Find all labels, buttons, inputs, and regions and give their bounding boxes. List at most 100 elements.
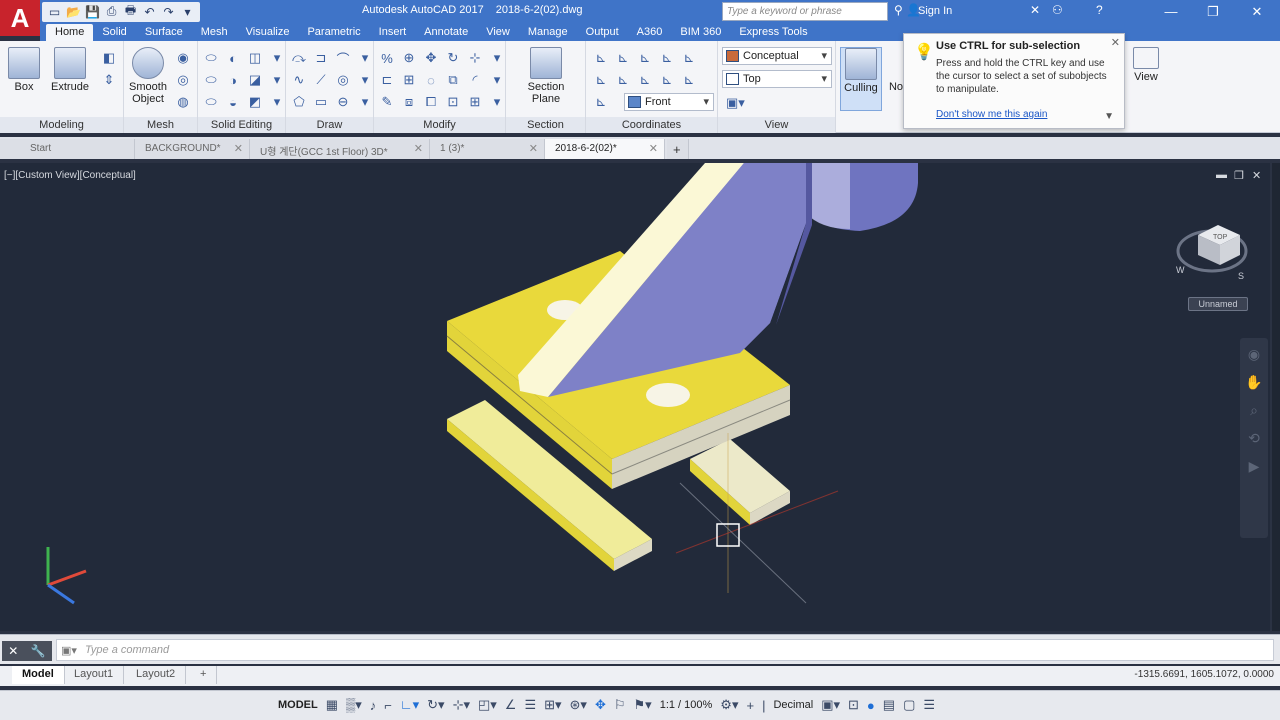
more-icon[interactable]: ▾ [266, 47, 288, 69]
visual-style-dropdown[interactable]: Conceptual [722, 47, 832, 65]
restore-icon[interactable]: ❐ [1190, 0, 1236, 24]
workspace-gear-icon[interactable]: ⚙▾ [720, 697, 738, 713]
circle-icon[interactable]: ◎ [332, 69, 354, 91]
exchange-icon[interactable]: ✕ [1030, 3, 1040, 17]
panel-title-modify[interactable]: Modify [374, 117, 505, 133]
zoom-extents-icon[interactable]: ⌕ [1244, 402, 1264, 422]
ortho-icon[interactable]: ∟▾ [400, 697, 419, 713]
ucs-y-icon[interactable]: ⊾ [656, 47, 678, 69]
showmotion-icon[interactable]: ▶ [1244, 458, 1264, 478]
minimize-icon[interactable]: — [1148, 0, 1194, 24]
panel-title-draw[interactable]: Draw [286, 117, 373, 133]
close-tab-icon[interactable]: ✕ [234, 142, 243, 155]
array-icon[interactable]: ⊞ [398, 69, 420, 91]
ucs-object-icon[interactable]: ⊾ [634, 69, 656, 91]
tab-annotate[interactable]: Annotate [415, 24, 477, 41]
ucs-origin-icon[interactable]: ⊾ [590, 69, 612, 91]
smooth-object-button[interactable]: Smooth Object [126, 47, 170, 105]
more-icon-6[interactable]: ▾ [354, 91, 376, 113]
move-icon[interactable]: ✥ [420, 47, 442, 69]
annotation-visibility-icon[interactable]: ⚐ [614, 697, 626, 713]
3d-osnap-icon[interactable]: ◰▾ [478, 697, 497, 713]
mesh-icon-1[interactable]: ◉ [172, 47, 194, 69]
file-tab-u-stair[interactable]: U형 계단(GCC 1st Floor) 3D* ✕ [250, 139, 430, 159]
close-tab-icon[interactable]: ✕ [649, 142, 658, 155]
more-icon-2[interactable]: ▾ [266, 69, 288, 91]
search-input[interactable]: Type a keyword or phrase [722, 2, 888, 21]
snap-icon[interactable]: ▒▾ [346, 697, 362, 713]
xline-icon[interactable]: ⟋ [310, 69, 332, 91]
isolate-objects-icon[interactable]: ● [867, 698, 875, 713]
undo-icon[interactable]: ↶ [141, 3, 158, 20]
help-icon[interactable]: ? [1096, 3, 1103, 17]
ucs-world-icon[interactable]: ⊾ [612, 47, 634, 69]
model-space-button[interactable]: MODEL [278, 699, 318, 711]
ucs-view-icon[interactable]: ⊾ [612, 69, 634, 91]
tab-view[interactable]: View [477, 24, 519, 41]
workspace-icon[interactable]: ▾ [179, 3, 196, 20]
units-dropdown[interactable]: Decimal [773, 699, 813, 711]
close-command-icon[interactable]: ✕ [8, 644, 18, 658]
gizmo-move-icon[interactable]: ✥ [595, 697, 606, 713]
object-track-icon[interactable]: ∠ [505, 697, 517, 713]
tab-home[interactable]: Home [46, 24, 94, 41]
drawing-viewport[interactable]: [−][Custom View][Conceptual] ▬ ❐ ✕ TOP W… [0, 163, 1270, 631]
panel-title-section[interactable]: Section [506, 117, 585, 133]
offset-icon[interactable]: % [376, 47, 398, 69]
tab-surface[interactable]: Surface [136, 24, 192, 41]
save-as-icon[interactable]: ⎙ [103, 3, 120, 20]
polyline-icon[interactable]: ⊐ [310, 47, 332, 69]
close-icon[interactable]: ✕ [1234, 0, 1280, 24]
culling-button[interactable]: Culling [840, 47, 882, 111]
open-file-icon[interactable]: 📂 [65, 3, 82, 20]
pan-icon[interactable]: ✋ [1244, 374, 1264, 394]
lineweight-icon[interactable]: ☰ [524, 697, 536, 713]
ellipse-icon[interactable]: ⊖ [332, 91, 354, 113]
autoscale-icon[interactable]: ⚑▾ [634, 697, 652, 713]
model-geometry[interactable]: TOP W S [0, 163, 1270, 631]
polysolid-icon[interactable]: ◧ [98, 47, 120, 69]
interfere-icon[interactable]: ◑ [222, 69, 244, 91]
chevron-down-icon[interactable]: ▼ [1104, 111, 1114, 122]
clean-screen-icon[interactable]: ▢ [903, 697, 915, 713]
file-tab-background[interactable]: BACKGROUND* ✕ [135, 139, 250, 159]
scale-icon[interactable]: ⧠ [420, 91, 442, 113]
more-icon-9[interactable]: ▾ [486, 91, 508, 113]
redo-icon[interactable]: ↷ [160, 3, 177, 20]
osnap-icon[interactable]: ⊹▾ [453, 697, 470, 713]
no-filter-button[interactable]: No [888, 81, 904, 93]
polygon-icon[interactable]: ⬠ [288, 91, 310, 113]
section-plane-button[interactable]: Section Plane [524, 47, 568, 105]
close-icon[interactable]: ✕ [1111, 36, 1120, 49]
view-front-dropdown[interactable]: Front [624, 93, 714, 111]
app-menu-button[interactable]: A [0, 0, 40, 36]
subtract-icon[interactable]: ◐ [222, 47, 244, 69]
tab-solid[interactable]: Solid [93, 24, 135, 41]
transparency-icon[interactable]: ⊞▾ [544, 697, 561, 713]
infer-icon[interactable]: ♪ [370, 698, 377, 713]
ucs-3pt-icon[interactable]: ⊾ [678, 69, 700, 91]
align-icon[interactable]: ⊏ [376, 69, 398, 91]
new-tab-button[interactable]: + [667, 139, 689, 159]
orbit-icon[interactable]: ⟲ [1244, 430, 1264, 450]
selection-cycle-icon[interactable]: ⊛▾ [570, 697, 587, 713]
ucs-icon[interactable]: ⊾ [590, 47, 612, 69]
mesh-icon-2[interactable]: ◎ [172, 69, 194, 91]
separate-icon[interactable]: ◩ [244, 91, 266, 113]
binoculars-icon[interactable]: ⚲ [894, 3, 903, 17]
thicken-icon[interactable]: ⬭ [200, 91, 222, 113]
dont-show-again-link[interactable]: Don't show me this again [936, 109, 1047, 120]
tab-manage[interactable]: Manage [519, 24, 577, 41]
ucs-face-icon[interactable]: ⊾ [656, 69, 678, 91]
add-layout-button[interactable]: + [190, 666, 218, 684]
lock-ui-icon[interactable]: ⊡ [848, 697, 859, 713]
panel-title-coordinates[interactable]: Coordinates [586, 117, 717, 133]
mirror-icon[interactable]: ⧈ [398, 91, 420, 113]
annotation-monitor-icon[interactable]: + [746, 698, 754, 713]
customize-icon[interactable]: 🔧 [31, 644, 46, 658]
save-icon[interactable]: 💾 [84, 3, 101, 20]
close-tab-icon[interactable]: ✕ [414, 142, 423, 155]
annotation-scale[interactable]: 1:1 / 100% [660, 699, 713, 711]
tab-layout2[interactable]: Layout2 [126, 666, 187, 684]
box-button[interactable]: Box [2, 47, 46, 93]
